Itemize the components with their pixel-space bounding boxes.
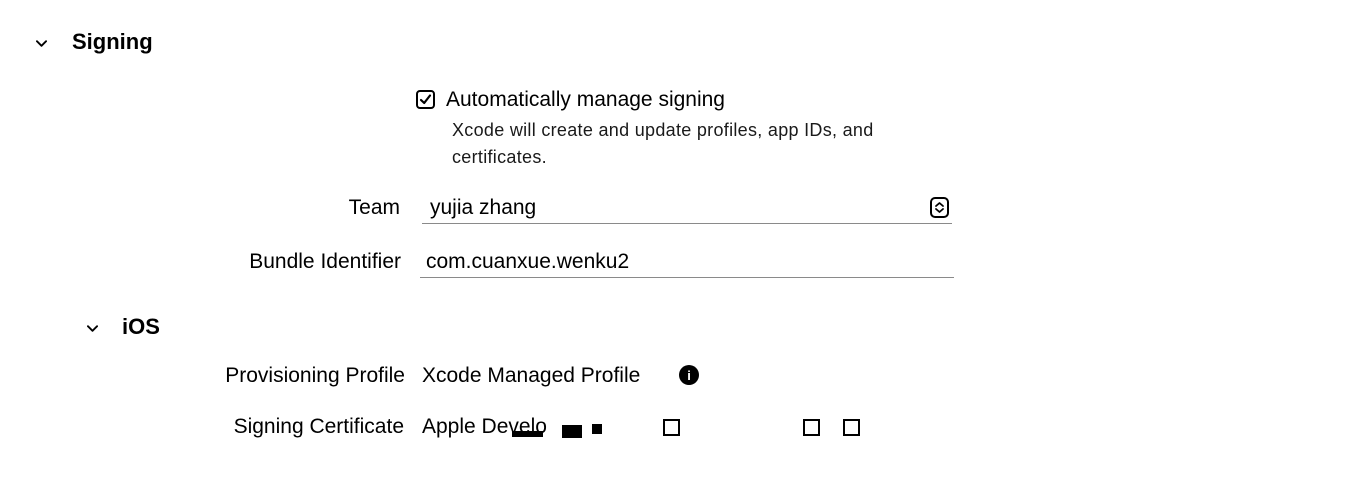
ios-disclosure-button[interactable] (87, 321, 98, 339)
bundle-identifier-value: com.cuanxue.wenku2 (426, 250, 630, 273)
signing-section-title: Signing (72, 29, 153, 54)
placeholder-square-icon (663, 419, 680, 436)
glitch-artifact (592, 424, 602, 434)
chevron-down-icon (36, 40, 47, 47)
provisioning-profile-label: Provisioning Profile (225, 364, 405, 387)
signing-certificate-label: Signing Certificate (233, 415, 404, 438)
team-popup[interactable]: yujia zhang (422, 192, 952, 226)
placeholder-square-icon (843, 419, 860, 436)
placeholder-square-icon (803, 419, 820, 436)
hint-line: Xcode will create and update profiles, a… (452, 120, 874, 140)
info-icon[interactable]: i (679, 365, 699, 385)
auto-manage-signing-hint: Xcode will create and update profiles, a… (452, 117, 874, 171)
bundle-identifier-field[interactable]: com.cuanxue.wenku2 (420, 246, 954, 280)
hint-line: certificates. (452, 147, 547, 167)
chevron-down-icon (87, 325, 98, 332)
ios-section-title: iOS (122, 314, 160, 339)
provisioning-profile-value: Xcode Managed Profile (422, 364, 641, 387)
team-label: Team (348, 196, 400, 219)
auto-manage-signing-checkbox[interactable] (416, 90, 435, 109)
glitch-artifact (562, 425, 582, 438)
checkmark-icon (419, 94, 432, 105)
team-value: yujia zhang (430, 196, 537, 219)
popup-stepper-icon[interactable] (930, 197, 949, 218)
auto-manage-signing-label[interactable]: Automatically manage signing (446, 88, 725, 112)
bundle-identifier-underline (420, 277, 954, 278)
signing-disclosure-button[interactable] (36, 36, 47, 54)
team-underline (422, 223, 952, 224)
bundle-identifier-label: Bundle Identifier (249, 250, 401, 273)
glitch-artifact (512, 431, 543, 437)
info-glyph: i (687, 367, 691, 383)
